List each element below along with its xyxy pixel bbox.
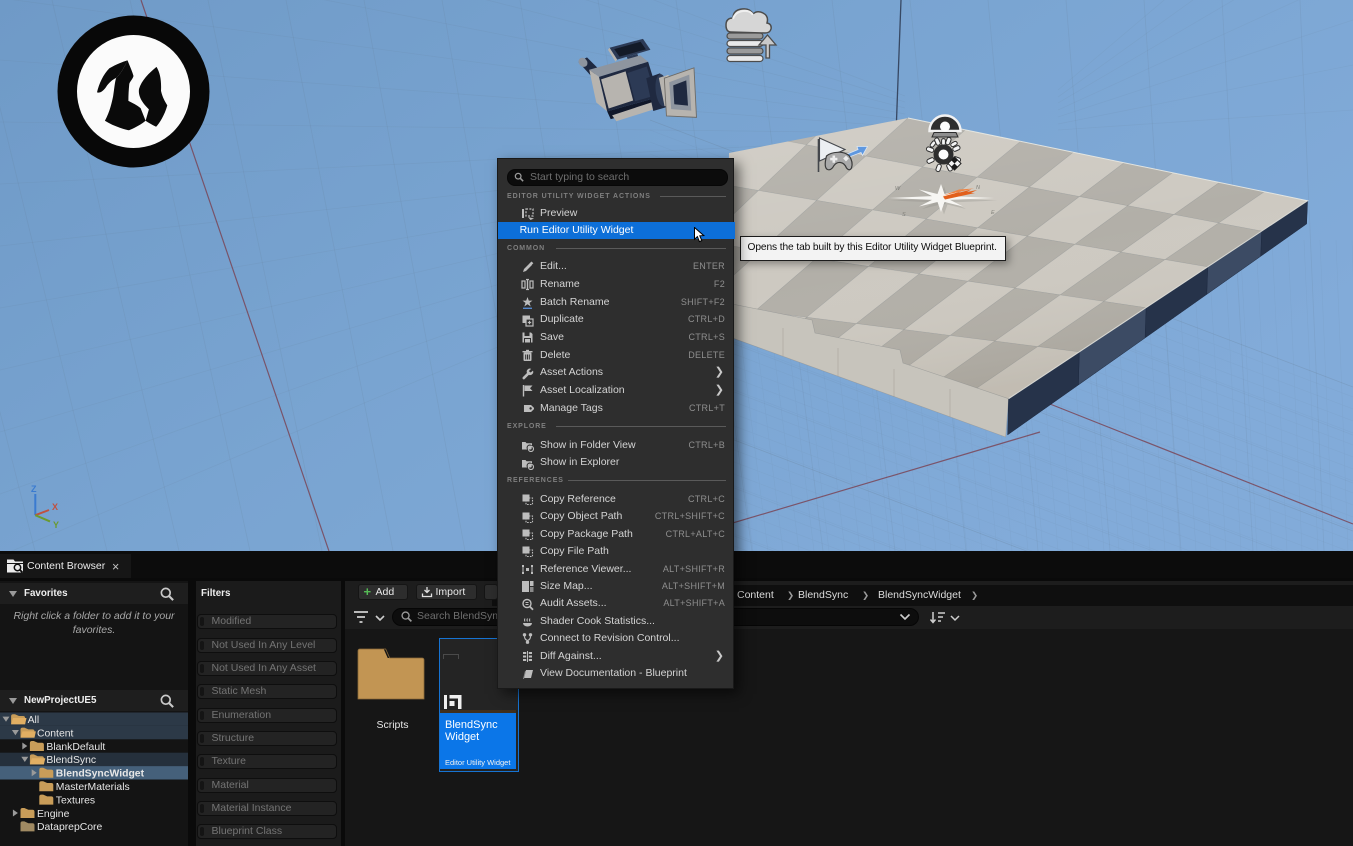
svg-text:BlendSync: BlendSync xyxy=(46,755,96,766)
svg-text:MasterMaterials: MasterMaterials xyxy=(56,782,130,793)
svg-text:Content: Content xyxy=(37,728,74,739)
svg-text:Textures: Textures xyxy=(56,795,95,806)
svg-text:Y: Y xyxy=(53,520,59,530)
svg-text:Z: Z xyxy=(31,484,37,494)
svg-text:W: W xyxy=(895,186,901,192)
svg-text:E: E xyxy=(991,210,995,216)
svg-text:BlankDefault: BlankDefault xyxy=(46,742,105,753)
svg-text:X: X xyxy=(52,502,58,512)
svg-text:DataprepCore: DataprepCore xyxy=(37,822,102,833)
svg-text:Engine: Engine xyxy=(37,809,70,820)
svg-text:N: N xyxy=(976,185,980,191)
svg-text:BlendSyncWidget: BlendSyncWidget xyxy=(56,769,145,780)
svg-text:S: S xyxy=(902,212,906,218)
svg-text:All: All xyxy=(28,715,40,726)
